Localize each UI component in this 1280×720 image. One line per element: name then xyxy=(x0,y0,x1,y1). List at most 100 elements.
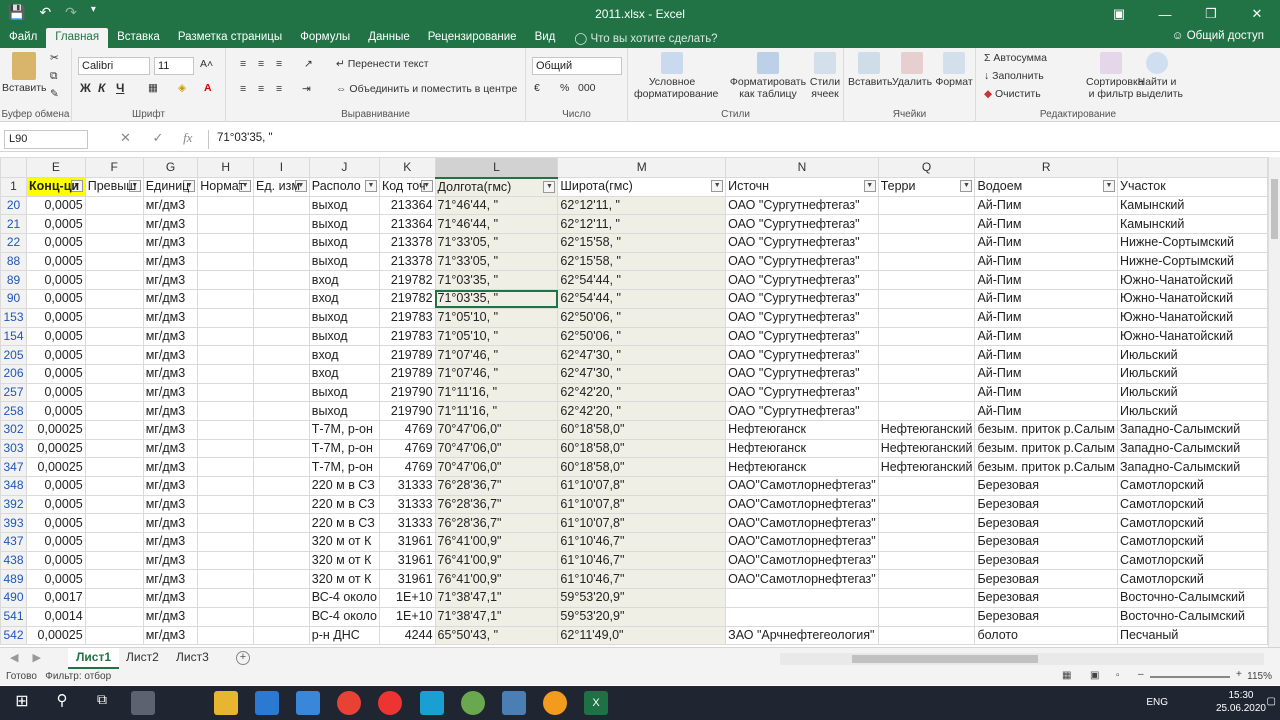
cell[interactable]: 0,00025 xyxy=(26,625,86,646)
cell[interactable]: Июльский xyxy=(1117,382,1268,403)
minimize-icon[interactable]: — xyxy=(1142,0,1188,28)
cell[interactable] xyxy=(84,569,144,590)
cell[interactable]: мг/дм3 xyxy=(142,233,199,253)
page-layout-view-icon[interactable]: ▣ xyxy=(1090,670,1099,681)
cell[interactable] xyxy=(877,513,976,534)
cell[interactable] xyxy=(84,625,144,646)
row-header[interactable]: 348 xyxy=(0,476,28,496)
filter-header-cell[interactable]: ▼ Располо xyxy=(308,177,380,197)
cell[interactable]: ОАО "Сургутнефтегаз" xyxy=(725,307,879,328)
cell[interactable]: Южно-Чанатойский xyxy=(1117,326,1268,347)
cell[interactable] xyxy=(197,345,255,365)
cell[interactable]: мг/дм3 xyxy=(142,307,199,328)
align-left-icon[interactable]: ≡ xyxy=(240,83,246,95)
cell[interactable]: Восточно-Салымский xyxy=(1117,588,1268,608)
cell[interactable]: ОАО "Сургутнефтегаз" xyxy=(725,289,879,309)
cell[interactable] xyxy=(84,550,144,571)
horizontal-scrollbar[interactable] xyxy=(780,653,1264,665)
row-header[interactable]: 206 xyxy=(0,363,28,384)
cell[interactable]: Нефтеюганск xyxy=(725,457,879,477)
next-sheet-icon[interactable]: ▶ xyxy=(32,651,40,664)
cell[interactable]: 31961 xyxy=(378,532,436,552)
cell[interactable]: ОАО "Сургутнефтегаз" xyxy=(725,363,879,384)
cell[interactable] xyxy=(84,270,144,291)
cell[interactable]: 4769 xyxy=(378,419,436,440)
cell[interactable]: 71°46'44, " xyxy=(434,214,559,235)
cell[interactable]: 219789 xyxy=(378,345,436,365)
cell[interactable]: 220 м в СЗ xyxy=(308,476,380,496)
cell[interactable]: 219783 xyxy=(378,307,436,328)
cell[interactable]: мг/дм3 xyxy=(142,532,199,552)
tab-page-layout[interactable]: Разметка страницы xyxy=(169,28,291,48)
cell[interactable]: 213378 xyxy=(378,251,436,272)
thousands-button[interactable]: 000 xyxy=(578,82,596,94)
cell[interactable] xyxy=(877,550,976,571)
task-view-icon[interactable]: ⧉ xyxy=(90,691,114,715)
cell[interactable]: мг/дм3 xyxy=(142,457,199,477)
cell[interactable]: ОАО"Самотлорнефтегаз" xyxy=(725,550,879,571)
cell[interactable]: 0,00025 xyxy=(26,457,86,477)
cell[interactable]: 0,0005 xyxy=(26,550,86,571)
cell[interactable]: 219782 xyxy=(378,289,436,309)
row-header[interactable]: 541 xyxy=(0,606,28,627)
cell[interactable]: мг/дм3 xyxy=(142,513,199,534)
orientation-icon[interactable]: ↗ xyxy=(304,58,313,70)
cell[interactable]: 220 м в СЗ xyxy=(308,494,380,515)
row-header[interactable]: 393 xyxy=(0,513,28,534)
cell[interactable]: Т-7М, р-он xyxy=(308,457,380,477)
cell[interactable]: Нефтеюганск xyxy=(725,438,879,459)
cell[interactable] xyxy=(197,457,255,477)
cell[interactable]: 71°03'35, " xyxy=(434,289,559,309)
row-header[interactable]: 22 xyxy=(0,233,28,253)
cell[interactable]: Березовая xyxy=(974,494,1118,515)
cell[interactable]: Березовая xyxy=(974,588,1118,608)
filter-header-cell[interactable]: ▼ Водоем xyxy=(974,177,1118,197)
filter-header-cell[interactable]: ▼ Единиц xyxy=(142,177,199,197)
cell[interactable]: 62°12'11, " xyxy=(557,214,727,235)
cell[interactable]: 220 м в СЗ xyxy=(308,513,380,534)
cell[interactable]: 71°07'46, " xyxy=(434,345,559,365)
clear-button[interactable]: ◆ Очистить xyxy=(984,88,1041,100)
cell[interactable]: 61°10'07,8" xyxy=(557,513,727,534)
cell[interactable]: 31333 xyxy=(378,513,436,534)
cell[interactable]: 1E+10 xyxy=(378,606,436,627)
cell[interactable]: выход xyxy=(308,233,380,253)
filter-header-cell[interactable]: ▼ Источн xyxy=(725,177,879,197)
cell[interactable]: 4769 xyxy=(378,457,436,477)
delete-cells-button[interactable]: Удалить xyxy=(892,52,932,88)
cell[interactable]: 62°54'44, " xyxy=(557,289,727,309)
cell[interactable]: Ай-Пим xyxy=(974,363,1118,384)
cell[interactable]: 62°54'44, " xyxy=(557,270,727,291)
calendar-icon[interactable] xyxy=(296,691,320,715)
column-header[interactable]: R xyxy=(974,157,1118,178)
cell[interactable]: 0,0005 xyxy=(26,569,86,590)
cell[interactable]: Нижне-Сортымский xyxy=(1117,251,1268,272)
cell[interactable]: Ай-Пим xyxy=(974,289,1118,309)
cell[interactable]: Ай-Пим xyxy=(974,195,1118,216)
zoom-level[interactable]: 115% xyxy=(1247,671,1272,682)
cell[interactable] xyxy=(253,625,310,646)
number-format-select[interactable]: Общий xyxy=(532,57,622,75)
cell[interactable]: 0,0005 xyxy=(26,494,86,515)
row-header[interactable]: 303 xyxy=(0,438,28,459)
cell[interactable]: 219790 xyxy=(378,401,436,421)
cell[interactable]: 71°46'44, " xyxy=(434,195,559,216)
cell[interactable] xyxy=(197,532,255,552)
cell[interactable] xyxy=(197,513,255,534)
cell[interactable] xyxy=(84,513,144,534)
search-icon[interactable]: ⚲ xyxy=(50,691,74,715)
cell[interactable]: Южно-Чанатойский xyxy=(1117,307,1268,328)
cell[interactable]: Песчаный xyxy=(1117,625,1268,646)
insert-cells-button[interactable]: Вставить xyxy=(848,52,893,88)
filter-header-cell[interactable]: ▼ Долгота(гмс) xyxy=(434,177,559,197)
cell[interactable]: мг/дм3 xyxy=(142,326,199,347)
column-header[interactable]: L xyxy=(434,157,559,179)
cell[interactable]: 62°47'30, " xyxy=(557,363,727,384)
row-header[interactable]: 153 xyxy=(0,307,28,328)
file-explorer-icon[interactable] xyxy=(214,691,238,715)
cell[interactable] xyxy=(197,251,255,272)
merge-center-button[interactable]: ⇔ Объединить и поместить в центре xyxy=(336,83,517,95)
cell[interactable]: 0,0005 xyxy=(26,476,86,496)
cell[interactable] xyxy=(877,401,976,421)
cell[interactable]: безым. приток р.Салым xyxy=(974,457,1118,477)
